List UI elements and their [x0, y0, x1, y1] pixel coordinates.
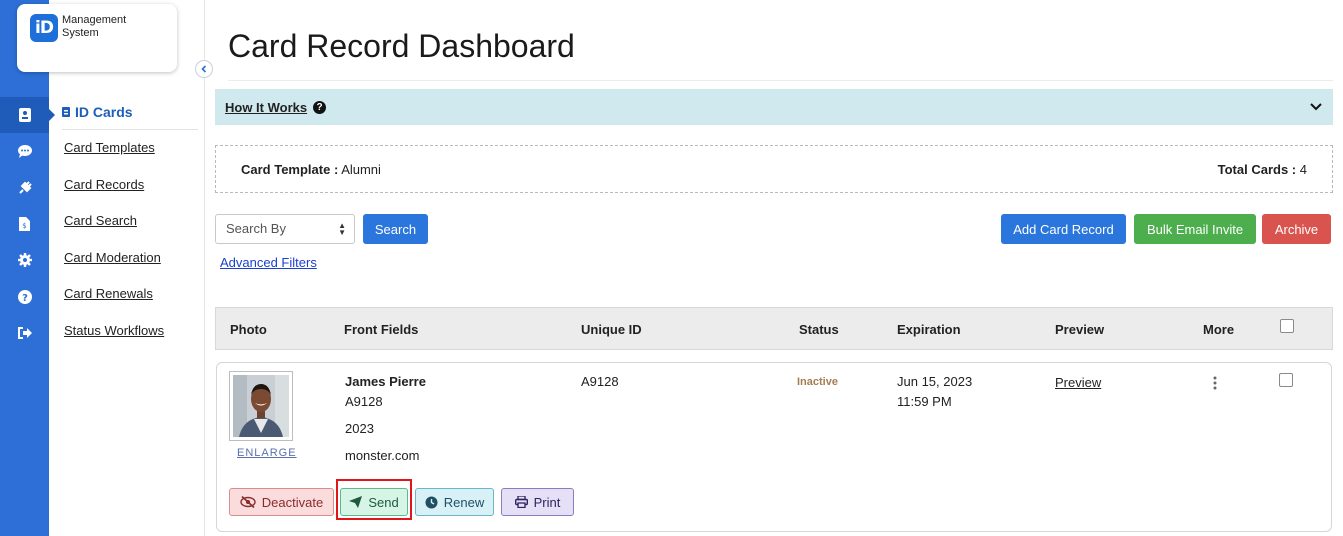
- svg-text:?: ?: [22, 293, 28, 304]
- sidebar-nav: ID Cards Card Templates Card Records Car…: [62, 100, 198, 356]
- front-field-year: 2023: [345, 421, 374, 436]
- row-select-checkbox[interactable]: [1279, 373, 1293, 387]
- logo-line-1: Management: [62, 14, 127, 26]
- sidebar-item-status-workflows[interactable]: Status Workflows: [62, 320, 198, 357]
- expiration-time: 11:59 PM: [897, 394, 952, 409]
- how-it-works-panel[interactable]: How It Works ?: [215, 89, 1333, 125]
- deactivate-label: Deactivate: [261, 494, 324, 510]
- deactivate-button[interactable]: Deactivate: [229, 488, 334, 516]
- logo-text: Management System: [62, 14, 126, 40]
- sidebar-item-card-search[interactable]: Card Search: [62, 210, 198, 247]
- advanced-filters-link[interactable]: Advanced Filters: [220, 255, 317, 270]
- sidebar-item-card-templates[interactable]: Card Templates: [62, 137, 198, 174]
- status-badge: Inactive: [797, 376, 838, 388]
- header-unique-id: Unique ID: [581, 322, 642, 337]
- gear-icon[interactable]: [0, 242, 49, 278]
- card-holder-name: James Pierre: [345, 374, 426, 389]
- print-button[interactable]: Print: [501, 488, 574, 516]
- search-by-value: Search By: [226, 221, 286, 236]
- expiration-date: Jun 15, 2023: [897, 374, 973, 389]
- search-button[interactable]: Search: [363, 214, 428, 244]
- add-card-record-button[interactable]: Add Card Record: [1001, 214, 1126, 244]
- sign-out-icon[interactable]: [0, 315, 49, 351]
- enlarge-photo-link[interactable]: ENLARGE: [237, 447, 297, 459]
- nav-heading[interactable]: ID Cards: [62, 100, 198, 124]
- id-card-icon[interactable]: [0, 97, 55, 133]
- icon-rail: $ ?: [0, 0, 55, 536]
- header-photo: Photo: [230, 322, 267, 337]
- chat-icon[interactable]: [0, 133, 49, 169]
- logo-line-2: System: [62, 27, 99, 39]
- eye-slash-icon: [240, 496, 256, 508]
- help-icon: ?: [313, 100, 327, 114]
- front-field-id: A9128: [345, 394, 383, 409]
- preview-link[interactable]: Preview: [1055, 375, 1101, 390]
- logo-card[interactable]: iD Management System: [17, 4, 177, 72]
- nav-heading-label: ID Cards: [75, 104, 133, 120]
- printer-icon: [514, 496, 528, 508]
- sidebar-item-card-renewals[interactable]: Card Renewals: [62, 283, 198, 320]
- renew-label: Renew: [443, 494, 485, 510]
- header-expiration: Expiration: [897, 322, 961, 337]
- chevron-down-icon[interactable]: [1309, 100, 1323, 114]
- archive-button[interactable]: Archive: [1262, 214, 1331, 244]
- card-template-value: Alumni: [341, 161, 381, 177]
- header-front-fields: Front Fields: [344, 322, 419, 337]
- renew-button[interactable]: Renew: [415, 488, 494, 516]
- logo-badge: iD: [30, 14, 58, 42]
- table-header: Photo Front Fields Unique ID Status Expi…: [215, 307, 1333, 350]
- page-title: Card Record Dashboard: [228, 28, 575, 64]
- card-template-label: Card Template :: [241, 161, 339, 177]
- title-divider: [228, 80, 1333, 81]
- header-more: More: [1203, 322, 1235, 337]
- id-card-icon: [62, 107, 70, 117]
- send-button-highlight: [336, 479, 412, 520]
- card-photo[interactable]: [229, 371, 293, 441]
- collapse-sidebar-button[interactable]: [195, 60, 213, 78]
- unique-id-value: A9128: [581, 374, 619, 389]
- person-photo-image: [233, 375, 289, 437]
- select-all-checkbox[interactable]: [1280, 319, 1294, 333]
- sidebar-divider: [204, 0, 205, 536]
- header-preview: Preview: [1055, 322, 1105, 337]
- nav-divider: [62, 129, 198, 130]
- help-icon[interactable]: ?: [0, 279, 49, 315]
- plug-icon[interactable]: [0, 170, 49, 206]
- sidebar-item-card-records[interactable]: Card Records: [62, 174, 198, 211]
- clock-icon: [425, 496, 438, 508]
- svg-text:$: $: [22, 222, 26, 230]
- chevron-left-icon: [201, 65, 207, 73]
- print-label: Print: [533, 494, 561, 510]
- how-it-works-label[interactable]: How It Works: [225, 100, 307, 115]
- table-row: ENLARGE James Pierre A9128 2023 monster.…: [216, 362, 1332, 532]
- bulk-email-invite-button[interactable]: Bulk Email Invite: [1134, 214, 1256, 244]
- template-summary-bar: Card Template : Alumni Total Cards : 4: [215, 145, 1333, 193]
- total-cards-label: Total Cards :: [1217, 161, 1297, 177]
- select-arrows-icon: ▲ ▼: [338, 221, 346, 237]
- total-cards-info: Total Cards : 4: [1218, 162, 1307, 177]
- more-options-icon[interactable]: [1213, 376, 1223, 392]
- search-by-select[interactable]: Search By ▲ ▼: [215, 214, 355, 244]
- card-template-info: Card Template : Alumni: [241, 162, 381, 177]
- total-cards-value: 4: [1299, 161, 1307, 177]
- sidebar-item-card-moderation[interactable]: Card Moderation: [62, 247, 198, 284]
- front-field-company: monster.com: [345, 448, 420, 463]
- header-status: Status: [799, 322, 839, 337]
- document-icon[interactable]: $: [0, 206, 49, 242]
